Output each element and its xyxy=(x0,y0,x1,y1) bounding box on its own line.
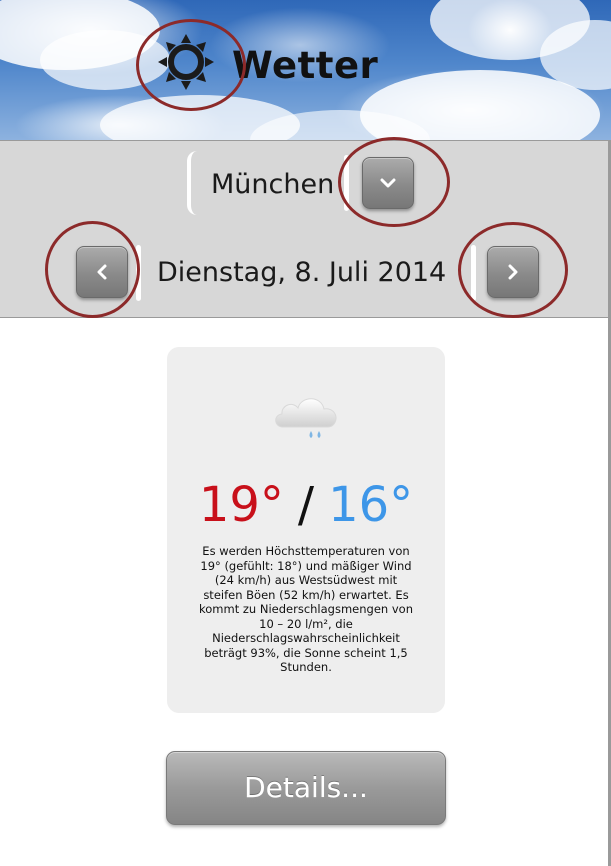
low-temperature: 16° xyxy=(328,477,414,533)
date-bar: Dienstag, 8. Juli 2014 xyxy=(0,221,611,318)
city-field[interactable]: München xyxy=(187,151,351,215)
app-header: Wetter xyxy=(0,0,611,140)
details-button[interactable]: Details... xyxy=(166,751,446,825)
divider xyxy=(136,245,141,301)
temperature-separator: / xyxy=(297,477,315,533)
app-title: Wetter xyxy=(232,44,379,87)
city-name: München xyxy=(211,169,335,200)
sun-icon xyxy=(158,34,214,90)
city-bar: München xyxy=(0,137,611,230)
divider xyxy=(471,245,476,301)
forecast-card: 19°/16° Es werden Höchsttemperaturen von… xyxy=(167,347,445,713)
temperature-range: 19°/16° xyxy=(167,477,445,533)
cloud-rain-icon xyxy=(271,391,343,447)
current-date: Dienstag, 8. Juli 2014 xyxy=(157,257,447,288)
forecast-description: Es werden Höchsttemperaturen von 19° (ge… xyxy=(199,544,413,674)
city-dropdown-button[interactable] xyxy=(362,157,414,209)
divider xyxy=(344,155,349,211)
sky-cloud xyxy=(40,30,170,90)
high-temperature: 19° xyxy=(198,477,284,533)
city-select[interactable]: München xyxy=(187,151,427,215)
next-day-button[interactable] xyxy=(487,246,539,298)
previous-day-button[interactable] xyxy=(76,246,128,298)
